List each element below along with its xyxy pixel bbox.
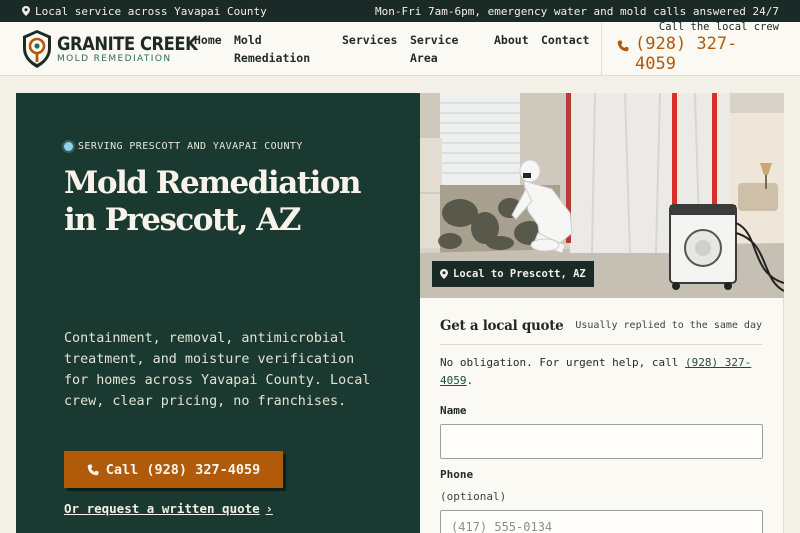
desc-suffix: .: [466, 374, 474, 387]
header-phone-number: (928) 327-4059: [635, 34, 738, 74]
hero-description: Containment, removal, antimicrobial trea…: [64, 331, 371, 409]
nav-about[interactable]: About: [494, 31, 529, 49]
quote-form-title: Get a local quote: [440, 318, 564, 334]
hero-eyebrow: SERVING PRESCOTT AND YAVAPAI COUNTY: [64, 141, 303, 152]
hours-text: Mon-Fri 7am-6pm, emergency water and mol…: [375, 4, 779, 18]
phone-icon: [617, 40, 629, 52]
phone-label: Phone: [440, 468, 474, 481]
phone-icon: [87, 463, 99, 475]
nav-mold-remediation[interactable]: Mold Remediation: [234, 31, 324, 67]
brand-tagline: MOLD REMEDIATION: [57, 54, 172, 64]
quote-form-card: Get a local quote Usually replied to the…: [420, 298, 784, 533]
status-dot-icon: [64, 142, 73, 151]
service-area-text: Local service across Yavapai County: [35, 4, 267, 18]
request-quote-label: Or request a written quote: [64, 501, 260, 516]
service-area-notice: Local service across Yavapai County: [22, 5, 267, 18]
nav-home[interactable]: Home: [194, 31, 222, 49]
chevron-right-icon: ›: [265, 501, 273, 516]
nav-service-area[interactable]: Service Area: [410, 31, 480, 67]
brand-name: GRANITE CREEK: [57, 33, 198, 55]
logo[interactable]: GRANITE CREEK MOLD REMEDIATION: [21, 29, 220, 69]
location-badge-text: Local to Prescott, AZ: [453, 268, 586, 280]
top-info-bar: Local service across Yavapai County Mon-…: [0, 0, 800, 22]
call-hint: Call the local crew: [658, 21, 779, 33]
site-header: GRANITE CREEK MOLD REMEDIATION Home Mold…: [0, 21, 800, 76]
nav-contact[interactable]: Contact: [541, 31, 589, 49]
location-pin-icon: [440, 269, 448, 279]
name-field[interactable]: [440, 424, 763, 459]
phone-field[interactable]: [440, 510, 763, 533]
divider: [440, 344, 762, 345]
header-call-box: Call the local crew (928) 327-4059: [601, 21, 800, 76]
desc-prefix: No obligation. For urgent help, call: [440, 356, 686, 369]
nav-services[interactable]: Services: [342, 31, 397, 49]
reply-time-note: Usually replied to the same day: [575, 320, 762, 331]
logo-shield-icon: [23, 30, 51, 68]
hero-panel: SERVING PRESCOTT AND YAVAPAI COUNTY Mold…: [16, 93, 420, 533]
name-label: Name: [440, 404, 467, 417]
request-quote-link[interactable]: Or request a written quote ›: [64, 501, 273, 516]
quote-form-description: No obligation. For urgent help, call (92…: [440, 354, 770, 390]
location-badge: Local to Prescott, AZ: [432, 261, 594, 287]
phone-optional-note: (optional): [440, 490, 507, 503]
location-pin-icon: [22, 6, 30, 16]
hero-photo: Local to Prescott, AZ: [420, 93, 784, 298]
page-title: Mold Remediation in Prescott, AZ: [64, 165, 362, 238]
hero-eyebrow-text: SERVING PRESCOTT AND YAVAPAI COUNTY: [78, 141, 303, 152]
call-cta-button[interactable]: Call (928) 327-4059: [64, 451, 283, 488]
header-phone-link[interactable]: (928) 327-4059: [617, 34, 775, 74]
call-cta-label: Call (928) 327-4059: [105, 461, 261, 478]
